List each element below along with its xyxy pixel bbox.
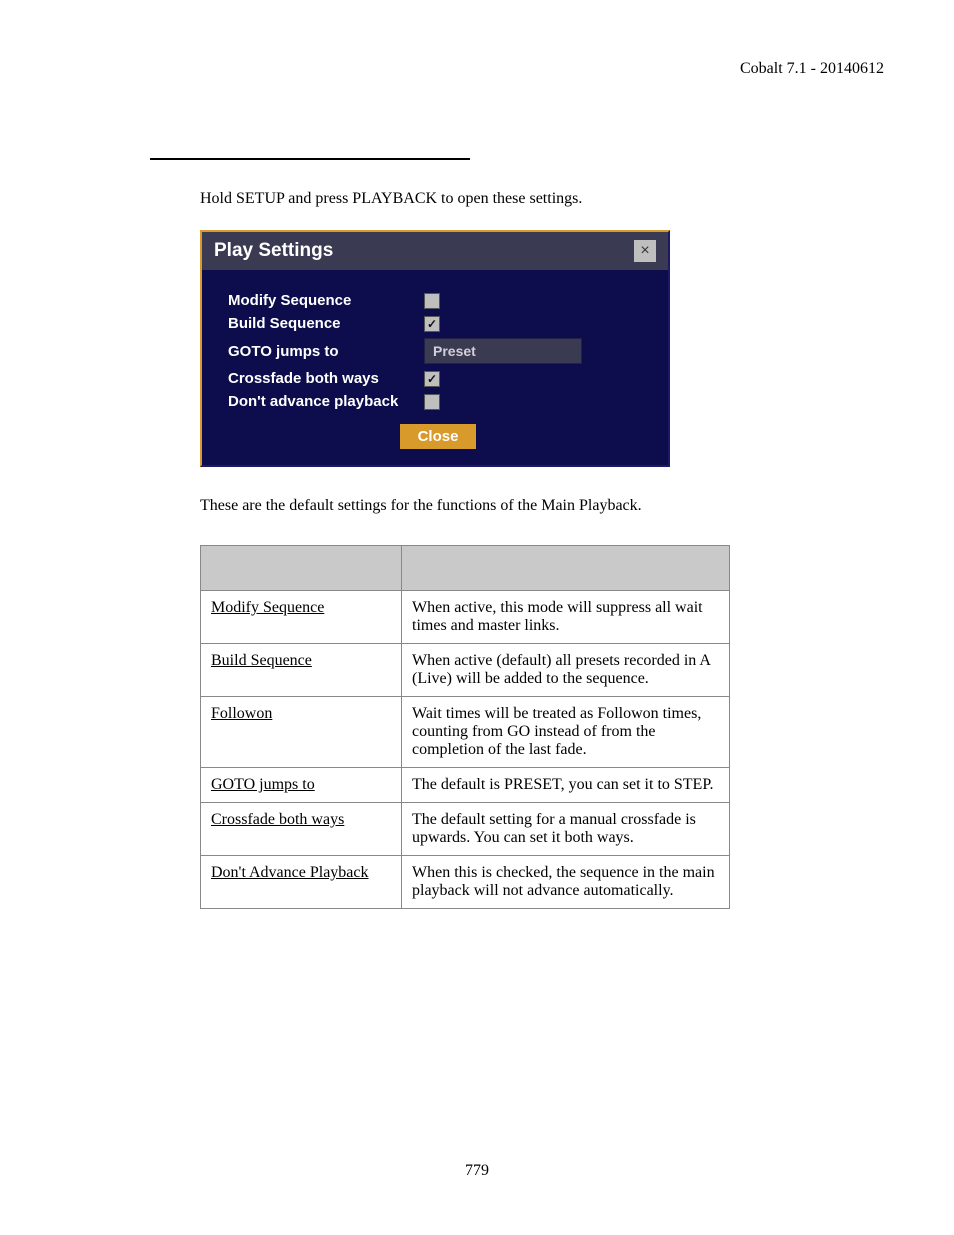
crossfade-label: Crossfade both ways bbox=[228, 370, 424, 387]
table-cell-name: Modify Sequence bbox=[201, 591, 402, 644]
table-cell-name: Don't Advance Playback bbox=[201, 856, 402, 909]
table-row: GOTO jumps to The default is PRESET, you… bbox=[201, 768, 730, 803]
row-crossfade: Crossfade both ways ✓ bbox=[228, 370, 648, 387]
goto-jumps-label: GOTO jumps to bbox=[228, 343, 424, 360]
modify-sequence-checkbox[interactable] bbox=[424, 293, 440, 309]
page-number: 779 bbox=[0, 1162, 954, 1180]
table-row: Don't Advance Playback When this is chec… bbox=[201, 856, 730, 909]
close-icon[interactable]: × bbox=[634, 240, 656, 262]
play-settings-dialog: Play Settings × Modify Sequence Build Se… bbox=[200, 230, 670, 467]
table-row: Build Sequence When active (default) all… bbox=[201, 644, 730, 697]
settings-table: Modify Sequence When active, this mode w… bbox=[200, 545, 730, 909]
table-cell-desc: When active, this mode will suppress all… bbox=[402, 591, 730, 644]
table-cell-desc: The default is PRESET, you can set it to… bbox=[402, 768, 730, 803]
table-cell-name: GOTO jumps to bbox=[201, 768, 402, 803]
row-dont-advance: Don't advance playback bbox=[228, 393, 648, 410]
table-cell-desc: The default setting for a manual crossfa… bbox=[402, 803, 730, 856]
crossfade-checkbox[interactable]: ✓ bbox=[424, 371, 440, 387]
dialog-titlebar: Play Settings × bbox=[202, 232, 668, 270]
dialog-footer: Close bbox=[228, 424, 648, 449]
doc-version: Cobalt 7.1 - 20140612 bbox=[90, 60, 884, 78]
after-dialog-text: These are the default settings for the f… bbox=[200, 497, 780, 515]
table-row: Followon Wait times will be treated as F… bbox=[201, 697, 730, 768]
table-cell-desc: When this is checked, the sequence in th… bbox=[402, 856, 730, 909]
intro-text: Hold SETUP and press PLAYBACK to open th… bbox=[200, 190, 780, 208]
build-sequence-checkbox[interactable]: ✓ bbox=[424, 316, 440, 332]
row-build-sequence: Build Sequence ✓ bbox=[228, 315, 648, 332]
row-goto-jumps: GOTO jumps to Preset bbox=[228, 338, 648, 364]
section-rule bbox=[150, 158, 470, 160]
modify-sequence-label: Modify Sequence bbox=[228, 292, 424, 309]
table-row: Modify Sequence When active, this mode w… bbox=[201, 591, 730, 644]
table-header-blank-1 bbox=[201, 546, 402, 591]
table-header-blank-2 bbox=[402, 546, 730, 591]
dialog-body: Modify Sequence Build Sequence ✓ GOTO ju… bbox=[202, 270, 668, 465]
dont-advance-checkbox[interactable] bbox=[424, 394, 440, 410]
table-cell-name: Build Sequence bbox=[201, 644, 402, 697]
dialog-title-text: Play Settings bbox=[214, 240, 333, 262]
goto-jumps-dropdown[interactable]: Preset bbox=[424, 338, 582, 364]
table-cell-name: Followon bbox=[201, 697, 402, 768]
dont-advance-label: Don't advance playback bbox=[228, 393, 424, 410]
table-row: Crossfade both ways The default setting … bbox=[201, 803, 730, 856]
table-cell-desc: Wait times will be treated as Followon t… bbox=[402, 697, 730, 768]
table-cell-desc: When active (default) all presets record… bbox=[402, 644, 730, 697]
table-cell-name: Crossfade both ways bbox=[201, 803, 402, 856]
close-button[interactable]: Close bbox=[400, 424, 477, 449]
build-sequence-label: Build Sequence bbox=[228, 315, 424, 332]
row-modify-sequence: Modify Sequence bbox=[228, 292, 648, 309]
